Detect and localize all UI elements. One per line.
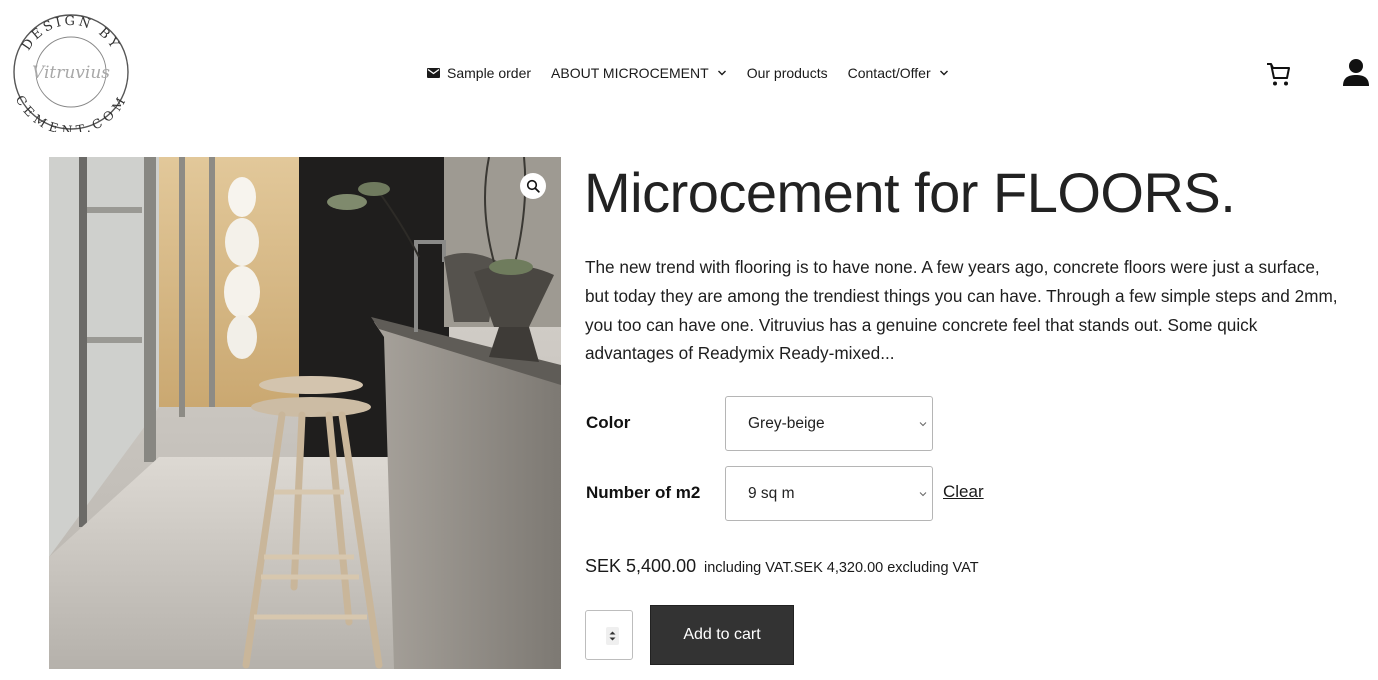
variation-label-color: Color bbox=[586, 413, 631, 432]
logo-top-text: DESIGN BY bbox=[19, 14, 120, 53]
quantity-input[interactable] bbox=[585, 610, 633, 660]
svg-text:DESIGN BY: DESIGN BY bbox=[19, 14, 123, 53]
product-title: Microcement for FLOORS. bbox=[584, 161, 1236, 224]
product-image[interactable] bbox=[49, 157, 561, 669]
chevron-down-icon bbox=[717, 70, 726, 76]
price-suffix: including VAT.SEK 4,320.00 excluding VAT bbox=[704, 560, 979, 576]
user-icon bbox=[1343, 59, 1369, 86]
area-select[interactable]: 9 sq m bbox=[725, 466, 933, 521]
clear-variations-link[interactable]: Clear bbox=[943, 482, 984, 502]
nav-item-about-microcement[interactable]: ABOUT MICROCEMENT bbox=[551, 62, 727, 84]
svg-text:CEMENT.COM: CEMENT.COM bbox=[13, 93, 130, 132]
mail-icon bbox=[427, 68, 440, 78]
nav-label: Sample order bbox=[447, 65, 532, 81]
area-select-value: 9 sq m bbox=[748, 484, 795, 502]
chevron-down-icon bbox=[939, 70, 948, 76]
quantity-stepper[interactable] bbox=[606, 627, 619, 645]
chevron-down-icon bbox=[919, 422, 927, 427]
add-to-cart-button[interactable]: Add to cart bbox=[650, 605, 794, 665]
image-zoom-button[interactable] bbox=[520, 173, 546, 199]
nav-label: Our products bbox=[746, 65, 828, 81]
main-navigation: Sample order ABOUT MICROCEMENT Our produ… bbox=[427, 62, 969, 84]
price-amount: SEK 5,400.00 bbox=[585, 556, 697, 576]
site-logo[interactable]: DESIGN BY CEMENT.COM Vitruvius bbox=[10, 12, 132, 138]
color-select-value: Grey-beige bbox=[748, 414, 825, 432]
chevron-down-icon bbox=[919, 492, 927, 497]
nav-item-contact-offer[interactable]: Contact/Offer bbox=[848, 62, 949, 84]
account-button[interactable] bbox=[1342, 58, 1370, 88]
nav-item-our-products[interactable]: Our products bbox=[747, 62, 828, 84]
nav-label: ABOUT MICROCEMENT bbox=[551, 65, 709, 81]
variation-label-area: Number of m2 bbox=[586, 483, 701, 502]
logo-bottom-text: CEMENT.COM bbox=[13, 93, 127, 138]
color-select[interactable]: Grey-beige bbox=[725, 396, 933, 451]
magnifier-icon bbox=[526, 179, 540, 193]
product-short-description: The new trend with flooring is to have n… bbox=[585, 257, 1338, 364]
stepper-arrows-icon bbox=[609, 631, 616, 641]
logo-center-text: Vitruvius bbox=[32, 63, 110, 83]
nav-item-sample-order[interactable]: Sample order bbox=[427, 62, 531, 84]
cart-icon bbox=[1267, 63, 1290, 86]
nav-label: Contact/Offer bbox=[847, 65, 931, 81]
cart-button[interactable] bbox=[1266, 60, 1292, 88]
